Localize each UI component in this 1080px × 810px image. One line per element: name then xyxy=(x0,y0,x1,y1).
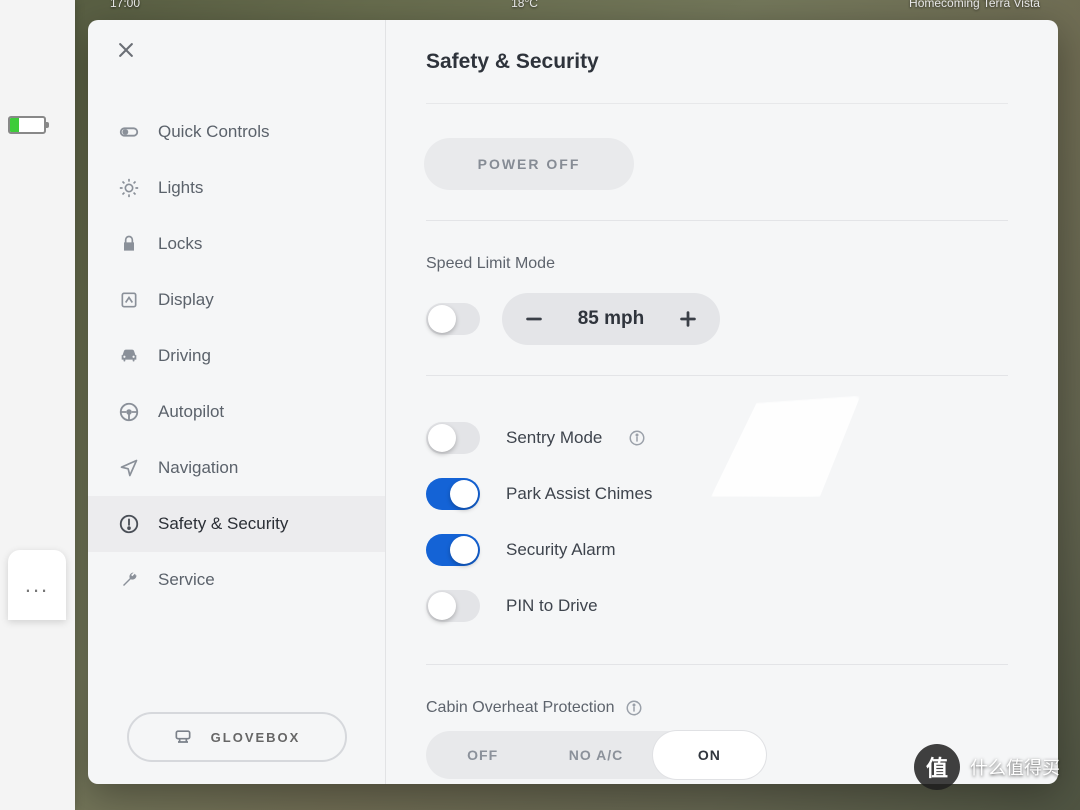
car-icon xyxy=(118,345,140,367)
sidebar-item-label: Lights xyxy=(158,178,203,198)
more-card[interactable]: ... xyxy=(8,550,66,620)
security-alarm-label: Security Alarm xyxy=(506,540,616,560)
speed-limit-toggle[interactable] xyxy=(426,303,480,335)
sidebar-item-display[interactable]: Display xyxy=(88,272,385,328)
status-temp: 18°C xyxy=(511,0,538,16)
left-rail: ... xyxy=(0,0,75,810)
watermark-glyph: 值 xyxy=(914,744,960,790)
lock-icon xyxy=(118,233,140,255)
settings-panel: Quick Controls Lights Locks Display Driv… xyxy=(88,20,1058,784)
close-icon[interactable] xyxy=(116,40,136,60)
speed-limit-title: Speed Limit Mode xyxy=(426,255,1008,273)
sidebar-item-locks[interactable]: Locks xyxy=(88,216,385,272)
page-title: Safety & Security xyxy=(426,20,1008,104)
cabin-overheat-title: Cabin Overheat Protection xyxy=(426,699,615,717)
toggles-section: Sentry Mode Park Assist Chimes Security … xyxy=(426,376,1008,665)
wrench-icon xyxy=(118,569,140,591)
cabin-option-on[interactable]: ON xyxy=(653,731,766,779)
lights-icon xyxy=(118,177,140,199)
sentry-mode-row: Sentry Mode xyxy=(426,410,1008,466)
status-time: 17:00 xyxy=(110,0,140,16)
sentry-mode-toggle[interactable] xyxy=(426,422,480,454)
glovebox-label: GLOVEBOX xyxy=(211,730,301,745)
sidebar-item-quick-controls[interactable]: Quick Controls xyxy=(88,104,385,160)
info-icon[interactable] xyxy=(628,429,646,447)
speed-limit-value: 85 mph xyxy=(568,308,654,330)
power-section: POWER OFF xyxy=(426,104,1008,221)
park-assist-label: Park Assist Chimes xyxy=(506,484,652,504)
security-alarm-toggle[interactable] xyxy=(426,534,480,566)
navigation-icon xyxy=(118,457,140,479)
sidebar-item-label: Display xyxy=(158,290,214,310)
sidebar-item-driving[interactable]: Driving xyxy=(88,328,385,384)
steering-wheel-icon xyxy=(118,401,140,423)
sidebar-item-label: Navigation xyxy=(158,458,238,478)
quick-controls-icon xyxy=(118,121,140,143)
sentry-mode-label: Sentry Mode xyxy=(506,428,602,448)
status-bar: 17:00 18°C Homecoming Terra Vista xyxy=(110,0,1040,16)
speed-increase-button[interactable] xyxy=(674,305,702,333)
sidebar-item-label: Quick Controls xyxy=(158,122,269,142)
cabin-option-off[interactable]: OFF xyxy=(426,731,539,779)
pin-to-drive-label: PIN to Drive xyxy=(506,596,598,616)
sidebar-item-label: Autopilot xyxy=(158,402,224,422)
pin-to-drive-toggle[interactable] xyxy=(426,590,480,622)
watermark-text: 什么值得买 xyxy=(970,754,1060,780)
sidebar-item-navigation[interactable]: Navigation xyxy=(88,440,385,496)
power-off-button[interactable]: POWER OFF xyxy=(424,138,634,190)
sidebar-item-label: Safety & Security xyxy=(158,514,288,534)
security-alarm-row: Security Alarm xyxy=(426,522,1008,578)
sidebar-item-service[interactable]: Service xyxy=(88,552,385,608)
sidebar-item-label: Locks xyxy=(158,234,202,254)
watermark: 值 什么值得买 xyxy=(914,744,1060,790)
glovebox-button[interactable]: GLOVEBOX xyxy=(127,712,347,762)
glovebox-icon xyxy=(173,727,193,747)
alert-circle-icon xyxy=(118,513,140,535)
speed-limit-section: Speed Limit Mode 85 mph xyxy=(426,221,1008,376)
display-icon xyxy=(118,289,140,311)
sidebar-item-label: Driving xyxy=(158,346,211,366)
speed-decrease-button[interactable] xyxy=(520,305,548,333)
info-icon[interactable] xyxy=(625,699,643,717)
sidebar-item-lights[interactable]: Lights xyxy=(88,160,385,216)
cabin-overheat-segmented: OFF NO A/C ON xyxy=(426,731,766,779)
park-assist-toggle[interactable] xyxy=(426,478,480,510)
sidebar-item-safety-security[interactable]: Safety & Security xyxy=(88,496,385,552)
speed-limit-stepper: 85 mph xyxy=(502,293,720,345)
status-dest: Homecoming Terra Vista xyxy=(909,0,1040,16)
settings-content: Safety & Security POWER OFF Speed Limit … xyxy=(386,20,1058,784)
cabin-option-no-ac[interactable]: NO A/C xyxy=(539,731,652,779)
battery-icon xyxy=(8,116,46,134)
sidebar-item-label: Service xyxy=(158,570,215,590)
settings-sidebar: Quick Controls Lights Locks Display Driv… xyxy=(88,20,386,784)
settings-nav: Quick Controls Lights Locks Display Driv… xyxy=(88,78,385,694)
pin-to-drive-row: PIN to Drive xyxy=(426,578,1008,634)
park-assist-row: Park Assist Chimes xyxy=(426,466,1008,522)
sidebar-item-autopilot[interactable]: Autopilot xyxy=(88,384,385,440)
